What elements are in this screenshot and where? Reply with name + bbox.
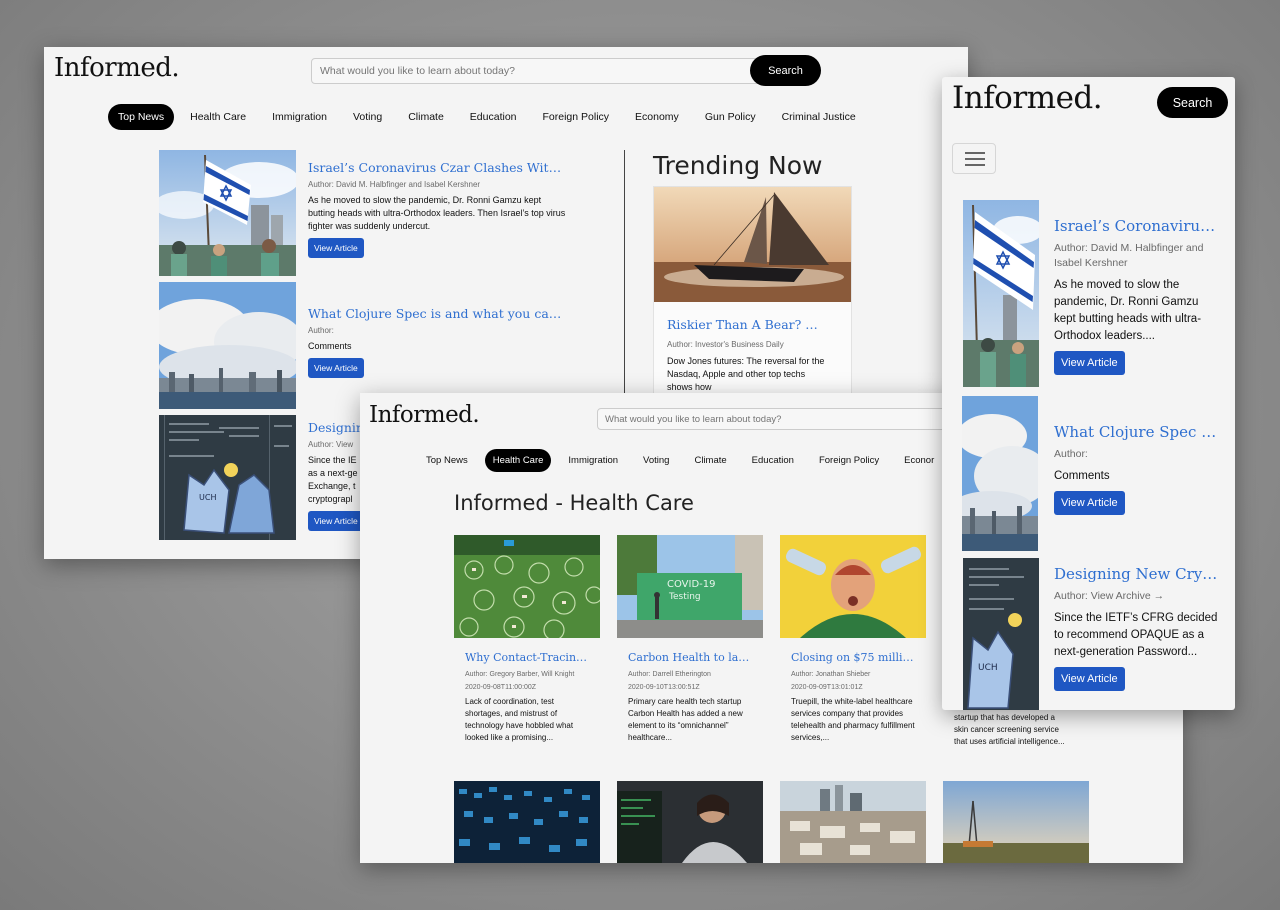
view-article-button[interactable]: View Article: [1054, 667, 1125, 691]
article-image-programmer[interactable]: [617, 781, 763, 863]
article-description: As he moved to slow the pandemic, Dr. Ro…: [1054, 279, 1202, 342]
mobile-window: Informed. Search Israel’s Coronavirus ..…: [942, 77, 1235, 710]
tab-immigration[interactable]: Immigration: [262, 104, 337, 130]
article-description: Comments: [308, 341, 352, 351]
category-nav: Top News Health Care Immigration Voting …: [108, 104, 872, 130]
column-divider: [624, 150, 625, 412]
tab-education[interactable]: Education: [460, 104, 527, 130]
tab-immigration[interactable]: Immigration: [560, 449, 626, 472]
article-description: Since the IETF’s CFRG decided to recomme…: [1054, 612, 1218, 658]
tab-climate[interactable]: Climate: [398, 104, 454, 130]
card-body: Carbon Health to launc... Author: Darrel…: [617, 638, 763, 744]
trending-body: Riskier Than A Bear? W... Author: Invest…: [667, 317, 827, 399]
article-author: Author: Jonathan Shieber: [791, 671, 871, 678]
article-author: Author:: [308, 326, 334, 335]
article-title[interactable]: What Clojure Spec is ...: [1054, 423, 1219, 441]
svg-text:COVID-19: COVID-19: [667, 579, 716, 590]
search-button[interactable]: Search: [1157, 87, 1228, 118]
article-description: Comments: [1054, 470, 1110, 482]
article-image-city-aerial[interactable]: [780, 781, 926, 863]
article-card: Why Contact-Tracing ... Author: Gregory …: [454, 535, 600, 744]
tab-health-care[interactable]: Health Care: [484, 449, 552, 472]
svg-text:UCH: UCH: [978, 663, 998, 673]
hamburger-menu-icon[interactable]: [952, 143, 996, 174]
article-card: Israel’s Coronavirus Czar Clashes With U…: [308, 160, 566, 258]
article-image-oil-rig[interactable]: [943, 781, 1089, 863]
card-body: Why Contact-Tracing ... Author: Gregory …: [454, 638, 600, 744]
category-nav: Top News Health Care Immigration Voting …: [418, 449, 951, 472]
article-title[interactable]: Designing New Cryp...: [1054, 565, 1219, 583]
tab-education[interactable]: Education: [744, 449, 802, 472]
article-author: Author: David M. Halbfinger and Isabel K…: [1054, 242, 1204, 269]
article-description-partial: startup that has developed a skin cancer…: [954, 713, 1065, 746]
trending-author: Author: Investor's Business Daily: [667, 340, 784, 349]
article-image-data-grid[interactable]: [454, 781, 600, 863]
article-title[interactable]: Carbon Health to launc...: [628, 651, 752, 664]
tab-foreign-policy[interactable]: Foreign Policy: [533, 104, 620, 130]
card-body: Closing on $75 million ... Author: Jonat…: [780, 638, 926, 744]
trending-heading: Trending Now: [653, 151, 823, 180]
article-image-city-skyline[interactable]: [159, 282, 296, 409]
site-logo[interactable]: Informed.: [952, 80, 1103, 116]
article-card: Designing New Cryp... Author: View Archi…: [1054, 565, 1219, 691]
article-card: What Clojure Spec is ... Author: Comment…: [1054, 423, 1219, 515]
site-logo[interactable]: Informed.: [54, 53, 180, 83]
article-image-israel-flag[interactable]: [159, 150, 296, 276]
tab-foreign-policy[interactable]: Foreign Policy: [811, 449, 887, 472]
tab-voting[interactable]: Voting: [635, 449, 677, 472]
tab-climate[interactable]: Climate: [686, 449, 734, 472]
article-card: Israel’s Coronavirus ... Author: David M…: [1054, 217, 1219, 375]
article-image-cryptography[interactable]: UCH: [963, 558, 1039, 710]
article-title[interactable]: What Clojure Spec is and what you can do…: [308, 306, 566, 321]
article-author: Author: View Archive →: [1054, 590, 1165, 602]
tab-economy[interactable]: Economy: [625, 104, 689, 130]
article-description: As he moved to slow the pandemic, Dr. Ro…: [308, 195, 566, 231]
article-author: Author: David M. Halbfinger and Isabel K…: [308, 180, 481, 189]
tab-health-care[interactable]: Health Care: [180, 104, 256, 130]
article-image-israel-flag[interactable]: [963, 200, 1039, 387]
trending-description: Dow Jones futures: The reversal for the …: [667, 356, 825, 392]
article-title[interactable]: Israel’s Coronavirus Czar Clashes With U…: [308, 160, 566, 175]
article-image-pill-illustration[interactable]: [780, 535, 926, 638]
article-description: Primary care health tech startup Carbon …: [628, 697, 743, 742]
article-description: Truepill, the white-label healthcare ser…: [791, 697, 915, 742]
trending-image-sailboat[interactable]: [654, 187, 851, 302]
article-title[interactable]: Closing on $75 million ...: [791, 651, 915, 664]
tab-top-news[interactable]: Top News: [418, 449, 476, 472]
article-author: Author: Gregory Barber, Will Knight: [465, 671, 575, 678]
article-image-city-skyline[interactable]: [962, 396, 1038, 551]
page-title: Informed - Health Care: [454, 491, 694, 515]
site-logo[interactable]: Informed.: [369, 402, 480, 428]
article-date: 2020-09-10T13:00:51Z: [628, 684, 700, 691]
view-article-button[interactable]: View Article: [308, 511, 364, 531]
tab-criminal-justice[interactable]: Criminal Justice: [772, 104, 866, 130]
article-date: 2020-09-08T11:00:00Z: [465, 684, 537, 691]
article-card: Closing on $75 million ... Author: Jonat…: [780, 535, 926, 744]
svg-text:UCH: UCH: [199, 493, 216, 502]
view-article-button[interactable]: View Article: [308, 358, 364, 378]
article-image-cryptography[interactable]: UCH: [159, 415, 296, 540]
search-button[interactable]: Search: [750, 55, 821, 86]
article-title[interactable]: Israel’s Coronavirus ...: [1054, 217, 1219, 235]
search-input[interactable]: [311, 58, 761, 84]
tab-economy[interactable]: Econor: [896, 449, 942, 472]
article-description: Lack of coordination, test shortages, an…: [465, 697, 574, 742]
view-article-button[interactable]: View Article: [308, 238, 364, 258]
svg-text:Testing: Testing: [668, 592, 701, 602]
article-image-park-circles[interactable]: [454, 535, 600, 638]
trending-title[interactable]: Riskier Than A Bear? W...: [667, 317, 827, 332]
article-date: 2020-09-09T13:01:01Z: [791, 684, 863, 691]
article-image-covid-testing[interactable]: COVID-19 Testing: [617, 535, 763, 638]
article-author: Author: Darrell Etherington: [628, 671, 711, 678]
tab-top-news[interactable]: Top News: [108, 104, 175, 130]
view-article-button[interactable]: View Article: [1054, 491, 1125, 515]
article-card: COVID-19 Testing Carbon Health to launc.…: [617, 535, 763, 744]
article-author: Author:: [1054, 448, 1088, 460]
tab-voting[interactable]: Voting: [343, 104, 392, 130]
article-card: What Clojure Spec is and what you can do…: [308, 306, 566, 378]
view-article-button[interactable]: View Article: [1054, 351, 1125, 375]
tab-gun-policy[interactable]: Gun Policy: [695, 104, 766, 130]
article-title[interactable]: Why Contact-Tracing ...: [465, 651, 589, 664]
